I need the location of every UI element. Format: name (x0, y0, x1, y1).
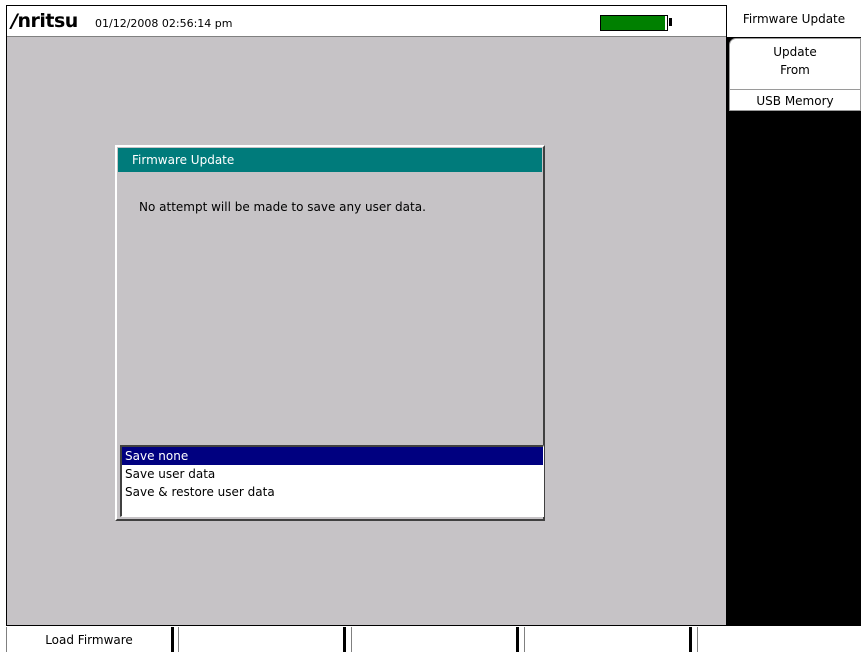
battery-level (601, 16, 666, 30)
anritsu-logo: /nritsu (11, 10, 78, 32)
menu-key-divider (730, 89, 860, 90)
menu-title: Firmware Update (727, 5, 861, 38)
battery-icon (600, 15, 668, 31)
option-save-none[interactable]: Save none (122, 447, 543, 465)
battery-tip (669, 18, 672, 26)
firmware-update-dialog: Firmware Update No attempt will be made … (115, 145, 545, 521)
dialog-title: Firmware Update (118, 148, 542, 172)
bottom-key-3[interactable] (351, 627, 519, 652)
bottom-soft-key-bar: Load Firmware (6, 625, 861, 652)
bottom-key-4[interactable] (524, 627, 692, 652)
load-firmware-button[interactable]: Load Firmware (6, 627, 174, 652)
menu-key-line-3: USB Memory (756, 94, 834, 108)
date-time: 01/12/2008 02:56:14 pm (95, 17, 233, 30)
bottom-key-2[interactable] (178, 627, 346, 652)
menu-key-line-1: Update (773, 45, 817, 59)
menu-key-line-2: From (780, 63, 810, 77)
option-save-restore-user-data[interactable]: Save & restore user data (122, 483, 543, 501)
bottom-key-5[interactable] (697, 627, 861, 652)
update-from-usb-memory-button[interactable]: Update From USB Memory (729, 38, 861, 111)
status-bar: /nritsu 01/12/2008 02:56:14 pm (7, 6, 726, 37)
side-soft-key-menu: Firmware Update Update From USB Memory (726, 5, 861, 625)
option-save-user-data[interactable]: Save user data (122, 465, 543, 483)
save-option-list[interactable]: Save none Save user data Save & restore … (120, 445, 544, 517)
dialog-message: No attempt will be made to save any user… (139, 200, 426, 214)
